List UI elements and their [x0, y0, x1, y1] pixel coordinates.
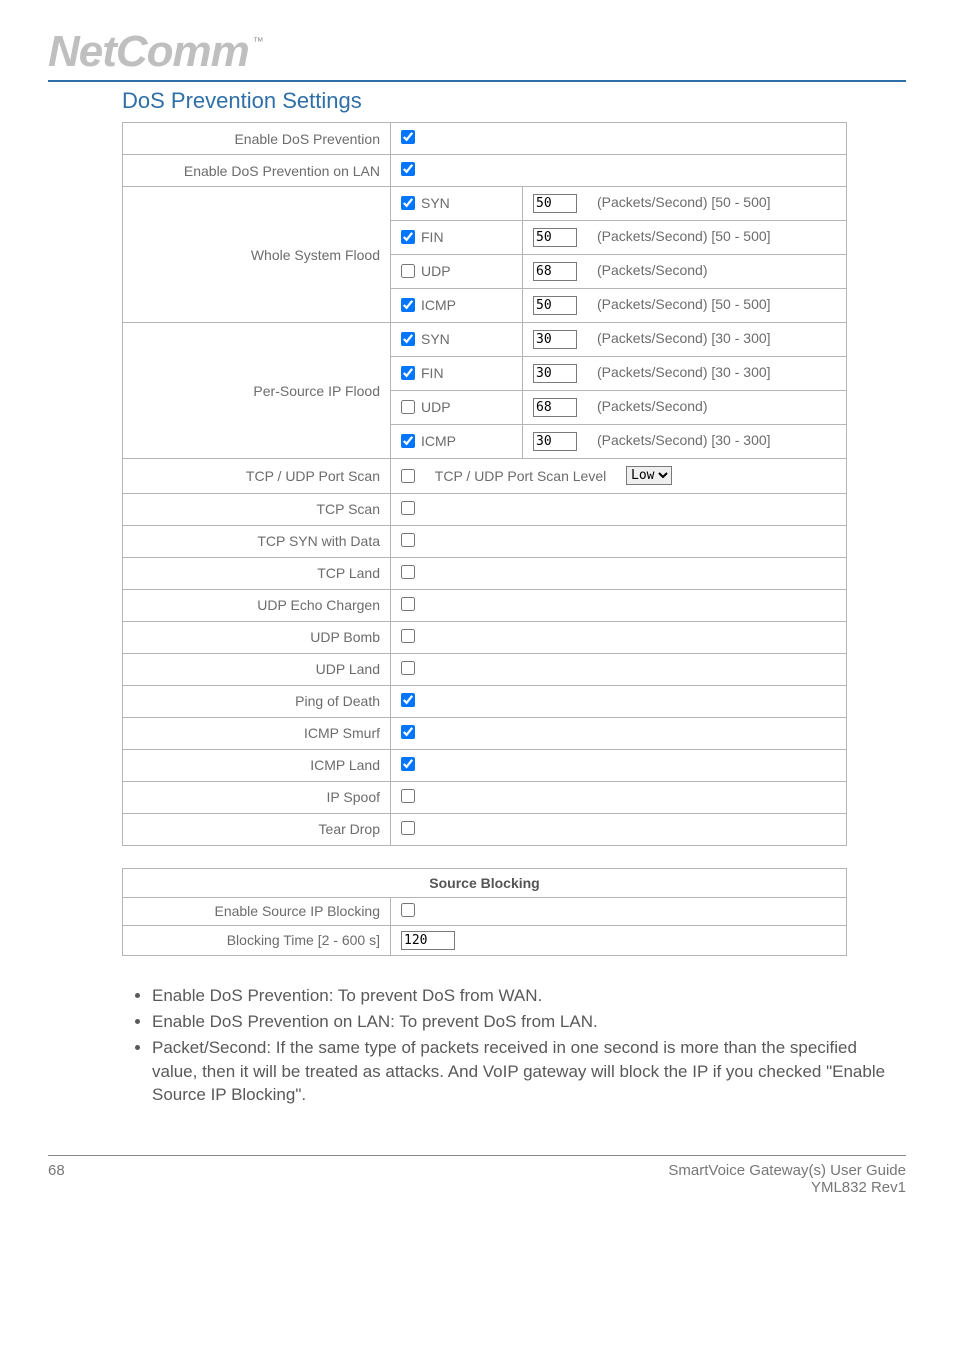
icmp-land-checkbox[interactable] — [401, 757, 415, 771]
row-label-enable-dos-lan: Enable DoS Prevention on LAN — [123, 155, 391, 187]
row-label-icmp-land: ICMP Land — [123, 749, 391, 781]
section-title: DoS Prevention Settings — [122, 88, 906, 114]
row-label-ping-death: Ping of Death — [123, 685, 391, 717]
wf-icmp-unit: (Packets/Second) [50 - 500] — [597, 296, 771, 312]
udp-echo-checkbox[interactable] — [401, 597, 415, 611]
source-blocking-table: Source Blocking Enable Source IP Blockin… — [122, 868, 847, 956]
wf-syn-checkbox[interactable] — [401, 196, 415, 210]
footer-revision: YML832 Rev1 — [668, 1179, 906, 1196]
wf-udp-input[interactable] — [533, 262, 577, 281]
portscan-level-label: TCP / UDP Port Scan Level — [435, 468, 606, 484]
row-label-blocking-time: Blocking Time [2 - 600 s] — [123, 925, 391, 955]
wf-syn-label: SYN — [421, 195, 450, 211]
enable-dos-lan-checkbox[interactable] — [401, 162, 415, 176]
row-label-udp-bomb: UDP Bomb — [123, 621, 391, 653]
ps-fin-label: FIN — [421, 365, 444, 381]
row-label-per-source: Per-Source IP Flood — [123, 323, 391, 459]
description-list: Enable DoS Prevention: To prevent DoS fr… — [122, 984, 906, 1107]
trademark-symbol: ™ — [253, 36, 264, 48]
row-label-ip-spoof: IP Spoof — [123, 781, 391, 813]
tcp-scan-checkbox[interactable] — [401, 501, 415, 515]
row-label-whole-flood: Whole System Flood — [123, 187, 391, 323]
row-label-icmp-smurf: ICMP Smurf — [123, 717, 391, 749]
ps-icmp-checkbox[interactable] — [401, 434, 415, 448]
wf-icmp-input[interactable] — [533, 296, 577, 315]
tcp-syn-data-checkbox[interactable] — [401, 533, 415, 547]
wf-icmp-label: ICMP — [421, 297, 456, 313]
row-label-tcp-scan: TCP Scan — [123, 493, 391, 525]
wf-fin-unit: (Packets/Second) [50 - 500] — [597, 228, 771, 244]
header-divider — [48, 80, 906, 82]
wf-udp-label: UDP — [421, 263, 451, 279]
ps-syn-label: SYN — [421, 331, 450, 347]
dos-settings-table: Enable DoS Prevention Enable DoS Prevent… — [122, 122, 847, 846]
wf-fin-input[interactable] — [533, 228, 577, 247]
ps-udp-checkbox[interactable] — [401, 400, 415, 414]
ps-udp-unit: (Packets/Second) — [597, 398, 708, 414]
bullet-item: Enable DoS Prevention: To prevent DoS fr… — [152, 984, 906, 1007]
bullet-item: Enable DoS Prevention on LAN: To prevent… — [152, 1010, 906, 1033]
wf-syn-unit: (Packets/Second) [50 - 500] — [597, 194, 771, 210]
ps-fin-unit: (Packets/Second) [30 - 300] — [597, 364, 771, 380]
udp-land-checkbox[interactable] — [401, 661, 415, 675]
tear-drop-checkbox[interactable] — [401, 821, 415, 835]
row-label-udp-land: UDP Land — [123, 653, 391, 685]
row-label-enable-source-blocking: Enable Source IP Blocking — [123, 897, 391, 925]
bullet-item: Packet/Second: If the same type of packe… — [152, 1036, 906, 1106]
ps-icmp-input[interactable] — [533, 432, 577, 451]
ps-udp-input[interactable] — [533, 398, 577, 417]
row-label-tcp-land: TCP Land — [123, 557, 391, 589]
wf-syn-input[interactable] — [533, 194, 577, 213]
footer-divider — [48, 1155, 906, 1156]
wf-fin-label: FIN — [421, 229, 444, 245]
tcp-land-checkbox[interactable] — [401, 565, 415, 579]
ping-death-checkbox[interactable] — [401, 693, 415, 707]
wf-udp-unit: (Packets/Second) — [597, 262, 708, 278]
portscan-checkbox[interactable] — [401, 469, 415, 483]
ps-fin-input[interactable] — [533, 364, 577, 383]
enable-dos-checkbox[interactable] — [401, 130, 415, 144]
ip-spoof-checkbox[interactable] — [401, 789, 415, 803]
brand-logo: NetComm — [48, 30, 249, 74]
page-number: 68 — [48, 1162, 65, 1196]
wf-fin-checkbox[interactable] — [401, 230, 415, 244]
ps-syn-checkbox[interactable] — [401, 332, 415, 346]
wf-icmp-checkbox[interactable] — [401, 298, 415, 312]
ps-icmp-label: ICMP — [421, 433, 456, 449]
row-label-enable-dos: Enable DoS Prevention — [123, 123, 391, 155]
udp-bomb-checkbox[interactable] — [401, 629, 415, 643]
row-label-udp-echo: UDP Echo Chargen — [123, 589, 391, 621]
footer-guide-title: SmartVoice Gateway(s) User Guide — [668, 1162, 906, 1179]
ps-icmp-unit: (Packets/Second) [30 - 300] — [597, 432, 771, 448]
enable-source-blocking-checkbox[interactable] — [401, 903, 415, 917]
ps-fin-checkbox[interactable] — [401, 366, 415, 380]
wf-udp-checkbox[interactable] — [401, 264, 415, 278]
icmp-smurf-checkbox[interactable] — [401, 725, 415, 739]
row-label-tear-drop: Tear Drop — [123, 813, 391, 845]
ps-syn-input[interactable] — [533, 330, 577, 349]
blocking-time-input[interactable] — [401, 931, 455, 950]
ps-udp-label: UDP — [421, 399, 451, 415]
portscan-level-select[interactable]: Low — [626, 466, 672, 485]
row-label-portscan: TCP / UDP Port Scan — [123, 459, 391, 494]
row-label-tcp-syn-data: TCP SYN with Data — [123, 525, 391, 557]
ps-syn-unit: (Packets/Second) [30 - 300] — [597, 330, 771, 346]
source-blocking-title: Source Blocking — [123, 868, 847, 897]
